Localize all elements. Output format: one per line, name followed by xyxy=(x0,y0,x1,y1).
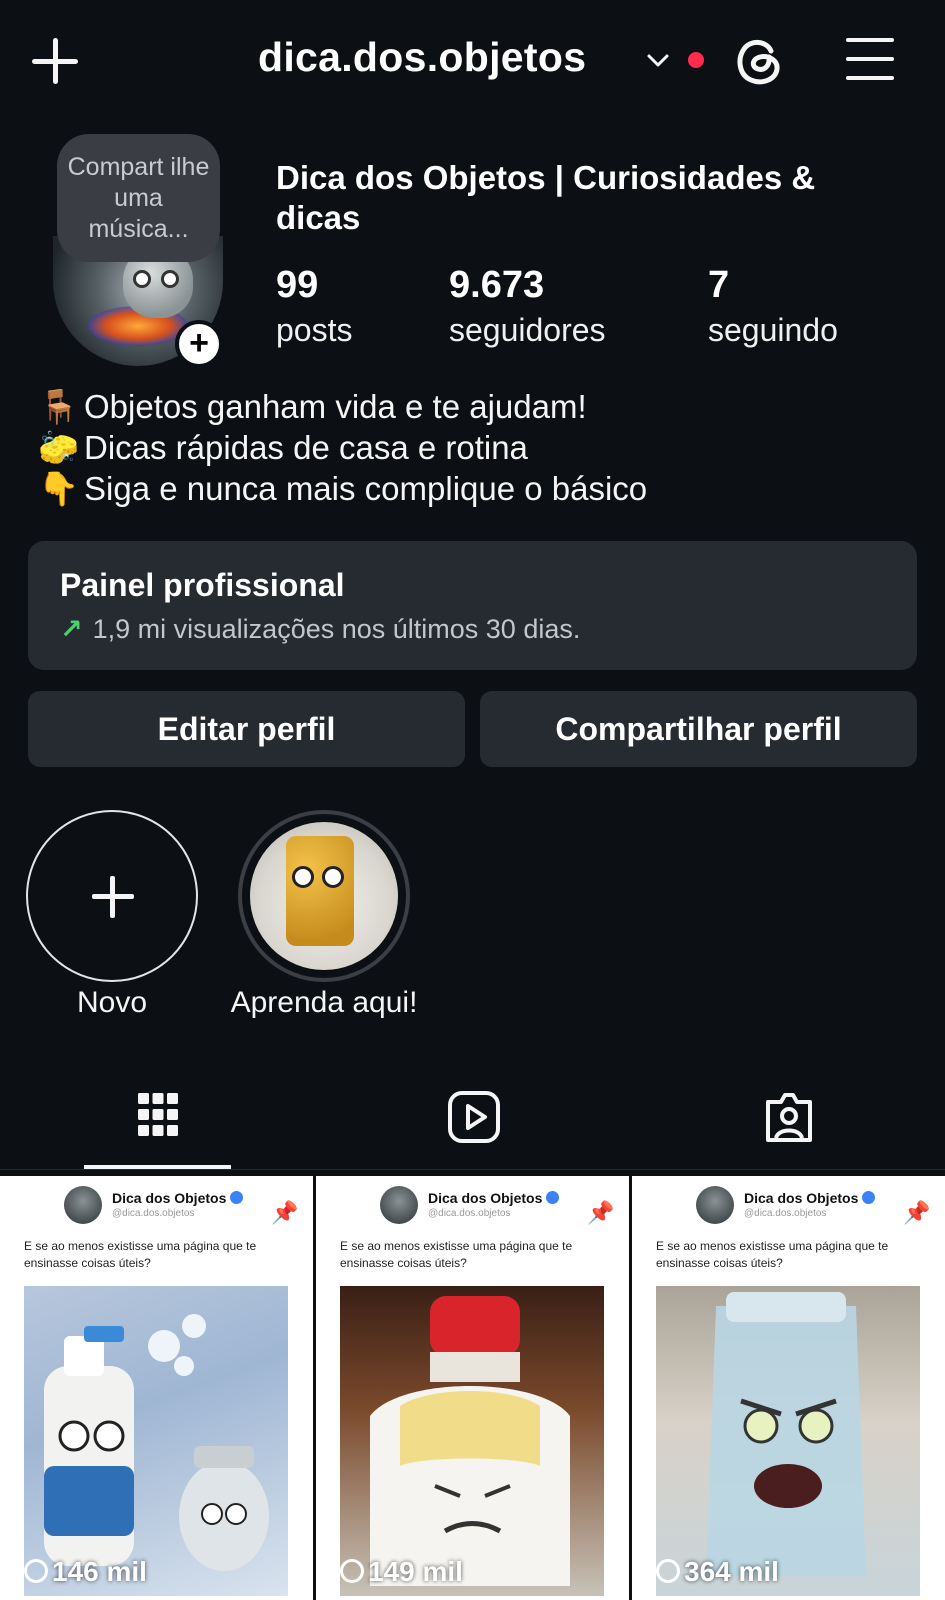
bio-line: 👇 Siga e nunca mais complique o básico xyxy=(38,468,647,509)
edit-profile-button[interactable]: Editar perfil xyxy=(28,691,465,767)
pin-icon: 📌 xyxy=(587,1200,615,1225)
professional-dashboard[interactable]: Painel profissional ↗ 1,9 mi visualizaçõe… xyxy=(28,541,917,670)
tagged-icon[interactable] xyxy=(762,1090,816,1180)
post-author-row: Dica dos Objetos xyxy=(428,1190,560,1206)
verified-badge-icon xyxy=(230,1191,244,1204)
profile-display-name: Dica dos Objetos | Curiosidades & dicas xyxy=(276,159,816,236)
bio-text: Dicas rápidas de casa e rotina xyxy=(84,429,528,466)
post-image xyxy=(340,1286,604,1596)
play-count-icon xyxy=(656,1559,680,1583)
post-tile[interactable]: Dica dos Objetos @dica.dos.objetos 📌 E s… xyxy=(0,1176,313,1600)
verified-badge-icon xyxy=(546,1191,560,1204)
bio-line: 🧽 Dicas rápidas de casa e rotina xyxy=(38,427,647,468)
bio-text: Objetos ganham vida e te ajudam! xyxy=(84,388,587,425)
tab-divider xyxy=(0,1169,945,1170)
highlight-label: Novo xyxy=(76,986,148,1019)
post-tile[interactable]: Dica dos Objetos @dica.dos.objetos 📌 E s… xyxy=(316,1176,629,1600)
menu-icon[interactable] xyxy=(846,36,896,82)
highlight-cover-image xyxy=(250,822,398,970)
play-count-icon xyxy=(24,1559,48,1583)
account-username[interactable]: dica.dos.objetos xyxy=(258,34,586,81)
stat-label: seguidores xyxy=(449,312,606,348)
create-plus-icon[interactable] xyxy=(30,36,80,86)
chevron-down-icon[interactable] xyxy=(646,48,670,72)
pin-icon: 📌 xyxy=(903,1200,931,1225)
post-handle: @dica.dos.objetos xyxy=(112,1208,195,1219)
share-profile-button[interactable]: Compartilhar perfil xyxy=(480,691,917,767)
chair-emoji-icon: 🪑 xyxy=(38,388,80,425)
post-handle: @dica.dos.objetos xyxy=(428,1208,511,1219)
stat-value: 7 xyxy=(708,264,730,306)
post-author: Dica dos Objetos xyxy=(744,1190,859,1206)
highlight-new-plus-icon[interactable] xyxy=(26,810,198,982)
verified-badge-icon xyxy=(862,1191,876,1204)
post-image xyxy=(656,1286,920,1596)
post-author: Dica dos Objetos xyxy=(112,1190,227,1206)
views-row: 146 mil xyxy=(24,1556,147,1588)
post-author-row: Dica dos Objetos xyxy=(744,1190,876,1206)
post-avatar xyxy=(64,1186,102,1224)
stat-value: 99 xyxy=(276,264,319,306)
music-note-bubble[interactable]: Compart ilhe uma música... xyxy=(57,134,220,262)
view-count: 146 mil xyxy=(52,1556,147,1587)
top-bar: dica.dos.objetos xyxy=(0,0,945,120)
bio-line: 🪑 Objetos ganham vida e te ajudam! xyxy=(38,386,647,427)
profile-tabs xyxy=(0,1080,945,1170)
dashboard-title: Painel profissional xyxy=(60,567,345,603)
post-avatar xyxy=(696,1186,734,1224)
post-caption: E se ao menos existisse uma página que t… xyxy=(340,1239,573,1270)
threads-icon[interactable] xyxy=(733,33,785,87)
play-count-icon xyxy=(340,1559,364,1583)
pin-icon: 📌 xyxy=(271,1200,299,1225)
post-author: Dica dos Objetos xyxy=(428,1190,543,1206)
stat-label: seguindo xyxy=(708,312,838,348)
stat-value: 9.673 xyxy=(449,264,545,306)
post-avatar xyxy=(380,1186,418,1224)
post-caption: E se ao menos existisse uma página que t… xyxy=(24,1239,257,1270)
post-handle: @dica.dos.objetos xyxy=(744,1208,827,1219)
bio-text: Siga e nunca mais complique o básico xyxy=(84,470,648,507)
highlight-aprenda-aqui[interactable] xyxy=(238,810,410,982)
highlight-label: Aprenda aqui! xyxy=(230,986,418,1019)
post-caption: E se ao menos existisse uma página que t… xyxy=(656,1239,889,1270)
post-author-row: Dica dos Objetos xyxy=(112,1190,244,1206)
notification-dot xyxy=(688,52,704,68)
stat-label: posts xyxy=(276,312,353,348)
sponge-emoji-icon: 🧽 xyxy=(38,429,80,466)
stat-followers[interactable]: 9.673 seguidores xyxy=(449,262,606,352)
stat-following[interactable]: 7 seguindo xyxy=(708,262,838,352)
post-image xyxy=(24,1286,288,1596)
dashboard-subtitle-row: ↗ 1,9 mi visualizações nos últimos 30 dia… xyxy=(60,614,580,645)
trend-up-arrow-icon: ↗ xyxy=(60,614,83,644)
profile-bio: 🪑 Objetos ganham vida e te ajudam! 🧽 Dicas… xyxy=(38,386,647,509)
views-row: 364 mil xyxy=(656,1556,779,1588)
view-count: 364 mil xyxy=(684,1556,779,1587)
dashboard-subtitle: 1,9 mi visualizações nos últimos 30 dias… xyxy=(92,614,581,644)
view-count: 149 mil xyxy=(368,1556,463,1587)
post-tile[interactable]: Dica dos Objetos @dica.dos.objetos 📌 E s… xyxy=(632,1176,945,1600)
add-story-plus-icon[interactable]: + xyxy=(175,320,223,368)
views-row: 149 mil xyxy=(340,1556,463,1588)
point-down-emoji-icon: 👇 xyxy=(38,470,80,507)
stat-posts[interactable]: 99 posts xyxy=(276,262,352,352)
reels-icon[interactable] xyxy=(447,1090,501,1180)
